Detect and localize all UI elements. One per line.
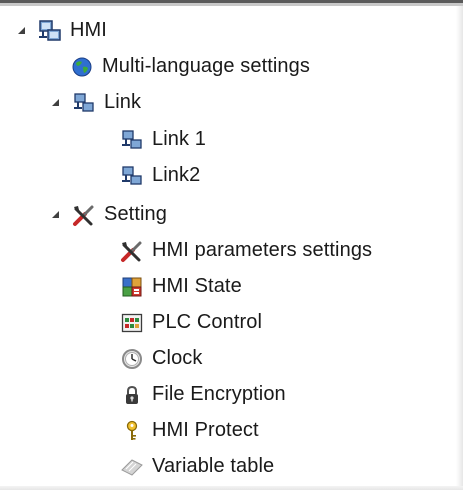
tree-node-hmi-state[interactable]: HMI State [120, 268, 242, 305]
tree-node-label: HMI Protect [152, 419, 259, 441]
tree-node-link[interactable]: Link [48, 84, 141, 121]
panel-bottom-edge [0, 486, 463, 490]
tools-icon [72, 203, 96, 227]
tree-node-variable-table[interactable]: Variable table [120, 448, 274, 485]
tree-node-label: File Encryption [152, 383, 286, 405]
tree-node-multi-language-settings[interactable]: Multi-language settings [70, 48, 310, 85]
tree-node-label: Variable table [152, 455, 275, 477]
tree-node-hmi-protect[interactable]: HMI Protect [120, 412, 259, 449]
panel-top-border-shade [0, 3, 463, 6]
tree-node-setting[interactable]: Setting [48, 196, 167, 233]
tree-node-label: Link 1 [152, 128, 206, 150]
link-network-icon [120, 164, 144, 188]
globe-icon [70, 55, 94, 79]
tools-icon [120, 239, 144, 263]
link-network-icon [120, 128, 144, 152]
plc-control-icon [120, 311, 144, 335]
tree-node-link-2[interactable]: Link2 [120, 157, 200, 194]
collapse-arrow-icon[interactable] [48, 207, 64, 223]
tree-node-label: Clock [152, 347, 203, 369]
tree-node-clock[interactable]: Clock [120, 340, 203, 377]
collapse-arrow-icon[interactable] [48, 95, 64, 111]
clock-icon [120, 347, 144, 371]
tree-node-hmi-parameters-settings[interactable]: HMI parameters settings [120, 232, 372, 269]
tree-node-file-encryption[interactable]: File Encryption [120, 376, 286, 413]
tree-node-label: HMI State [152, 275, 242, 297]
tree-node-label: HMI parameters settings [152, 239, 373, 261]
lock-icon [120, 383, 144, 407]
hmi-network-icon [38, 19, 62, 43]
link-network-icon [72, 91, 96, 115]
tree-node-label: HMI [70, 19, 107, 41]
tree-node-label: PLC Control [152, 311, 263, 333]
collapse-arrow-icon[interactable] [14, 23, 30, 39]
tree-node-label: Link [104, 91, 142, 113]
panel-right-edge [456, 6, 463, 490]
tree-node-label: Multi-language settings [102, 55, 310, 77]
tree-node-label: Link2 [152, 164, 201, 186]
project-tree-panel: HMI Multi-language settings Link Link 1 … [0, 0, 463, 490]
tree-node-hmi[interactable]: HMI [14, 12, 107, 49]
tree-node-link-1[interactable]: Link 1 [120, 121, 206, 158]
state-icon [120, 275, 144, 299]
tree-node-label: Setting [104, 203, 167, 225]
variable-table-icon [120, 455, 144, 479]
tree-node-plc-control[interactable]: PLC Control [120, 304, 262, 341]
key-icon [120, 419, 144, 443]
